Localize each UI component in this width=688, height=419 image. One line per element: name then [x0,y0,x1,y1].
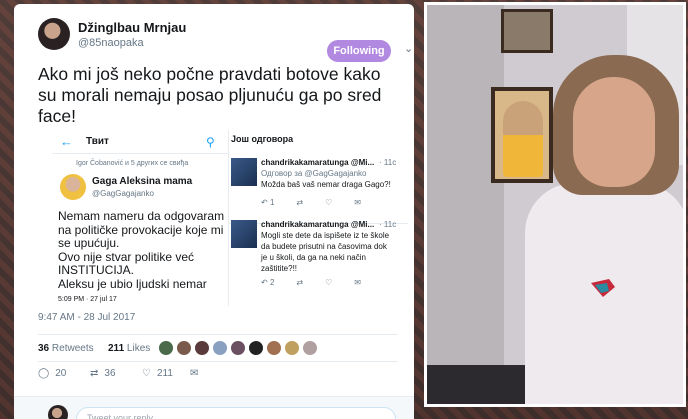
reply-composer: Tweet your reply [14,396,414,419]
embedded-body-line: na političke provokacije koje mi [58,222,224,237]
tweet-actions: ◯ 20 ⇄ 36 ♡ 211 ✉ [38,368,398,384]
embedded-screenshot[interactable]: ← Твит ⚲ Igor Čobanović и 5 других се св… [52,130,408,306]
retweet-icon: ⇄ [296,278,304,287]
reply-avatar [231,220,257,248]
replies-header: Још одговора [231,134,294,144]
woman-photo [424,2,686,407]
tweet-timestamp[interactable]: 9:47 AM - 28 Jul 2017 [38,312,135,323]
likes-count: 211 [108,343,125,354]
retweet-icon: ⇄ [90,368,99,379]
tweet-card: Džinglbau Mrnjau @85naopaka Following ⌄ … [14,4,414,419]
liker-avatar[interactable] [158,340,174,356]
author-handle[interactable]: @85naopaka [78,37,144,49]
heart-icon: ♡ [325,198,333,207]
reply-text: da budete prisutni na časovima dok [261,242,387,251]
liker-avatars [158,340,318,356]
liker-avatar[interactable] [194,340,210,356]
dm-action[interactable]: ✉ [190,368,198,379]
retweets-count: 36 [38,343,50,354]
woman-face [573,77,655,187]
liker-avatar[interactable] [266,340,282,356]
embedded-title: Твит [86,136,109,147]
reply-text: Možda baš vaš nemar draga Gago?! [261,180,391,189]
reply-text: zaštitite?!! [261,264,298,273]
author-name[interactable]: Džinglbau Mrnjau [78,20,186,35]
liker-avatar[interactable] [284,340,300,356]
liker-avatar[interactable] [230,340,246,356]
reply-item: chandrikakamaratunga @Mi... · 11с Одгово… [229,154,408,224]
wall-frame [501,9,553,53]
liker-avatar[interactable] [248,340,264,356]
photo-couch [427,365,537,404]
liker-avatar[interactable] [212,340,228,356]
embedded-body-line: Ovo nije stvar politike već [58,249,195,264]
retweets-stat[interactable]: 36 Retweets [38,343,94,354]
reply-actions: ↶ 1 ⇄ ♡ ✉ [261,198,361,207]
embedded-tweet-body: Nemam nameru da odgovaram na političke p… [58,209,228,291]
reply-actions: ↶ 2 ⇄ ♡ ✉ [261,278,361,287]
embedded-body-line: INSTITUCIJA. [58,263,135,277]
reply-icon: ↶ 2 [261,278,275,287]
child-portrait-frame [491,87,553,183]
tweet-header: Džinglbau Mrnjau @85naopaka Following ⌄ [38,18,413,62]
embedded-topbar: ← Твит ⚲ [52,130,228,154]
composer-avatar [48,405,68,419]
tweet-stats: 36 Retweets 211 Likes [38,334,398,362]
envelope-icon: ✉ [190,368,199,379]
embedded-avatar [60,174,86,200]
embedded-tweet-screenshot: ← Твит ⚲ Igor Čobanović и 5 других се св… [52,130,228,306]
child-portrait [503,101,543,177]
photo-scene [427,5,683,404]
reply-count: 20 [55,368,67,379]
embedded-liked-by: Igor Čobanović и 5 других се свиђа [76,160,189,167]
retweet-count: 36 [104,368,116,379]
retweets-label: Retweets [51,343,94,354]
embedded-body-line: Aleksu je ubio ljudski nemar [58,276,207,291]
author-avatar[interactable] [38,18,70,50]
reply-action[interactable]: ◯ 20 [38,368,66,379]
reply-avatar [231,158,257,186]
reply-time: · 11с [379,158,397,167]
reply-count: 1 [269,198,275,207]
embedded-body-line: se upućuju. [58,236,120,250]
likes-label: Likes [126,343,151,354]
reply-input[interactable]: Tweet your reply [76,407,396,419]
embedded-time: 5:09 PM · 27 jul 17 [58,296,117,303]
embedded-author-handle: @GagGagajanko [92,189,154,198]
dm-icon: ✉ [354,278,361,287]
reply-count: 2 [269,278,275,287]
reply-author: chandrikakamaratunga @Mi... [261,220,375,229]
heart-icon: ♡ [325,278,333,287]
reply-text: Mogli ste dete da ispišete iz te škole [261,231,390,240]
dm-icon: ✉ [354,198,361,207]
reply-icon: ◯ [38,368,50,379]
heart-icon: ♡ [142,368,151,379]
reply-icon: ↶ 1 [261,198,275,207]
likes-stat[interactable]: 211 Likes [108,343,150,354]
like-count: 211 [156,368,173,379]
reply-item: chandrikakamaratunga @Mi... · 11с Mogli … [229,216,408,287]
reply-author: chandrikakamaratunga @Mi... [261,158,375,167]
shirt-logo-icon [591,279,615,297]
liker-avatar[interactable] [302,340,318,356]
embedded-author-name: Gaga Aleksina mama [92,176,193,187]
tweet-text: Ako mi još neko počne pravdati botove ka… [38,64,382,126]
chevron-down-icon[interactable]: ⌄ [404,42,413,55]
following-button[interactable]: Following [327,40,391,62]
search-icon: ⚲ [206,135,215,149]
reply-to: Одговор за @GagGagajanko [261,169,367,178]
like-action[interactable]: ♡ 211 [142,368,173,379]
liker-avatar[interactable] [176,340,192,356]
embedded-body-line: Nemam nameru da odgovaram [58,209,225,223]
reply-time: · 11с [379,220,397,229]
embedded-replies-screenshot: Још одговора chandrikakamaratunga @Mi...… [228,130,408,306]
retweet-icon: ⇄ [296,198,304,207]
retweet-action[interactable]: ⇄ 36 [90,368,116,379]
arrow-left-icon: ← [60,134,73,149]
reply-text: je u školi, da ga na neki način [261,253,366,262]
